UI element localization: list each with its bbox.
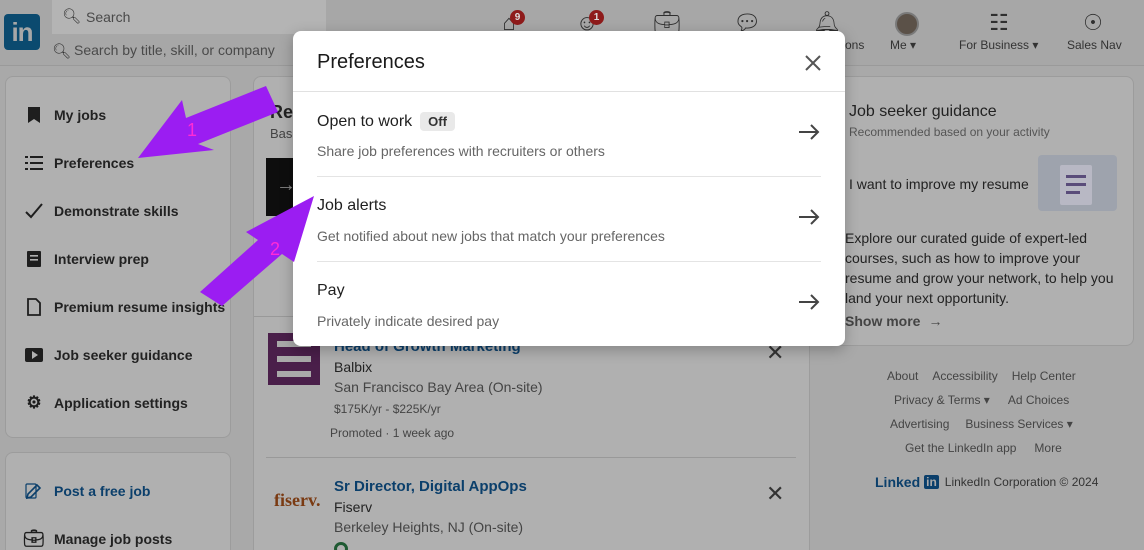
annotation-arrow-2 — [200, 196, 314, 306]
annotation-overlay — [138, 86, 314, 306]
annotation-number-2: 2 — [270, 239, 281, 259]
annotation-number-1: 1 — [187, 120, 198, 140]
annotation-arrow-1 — [138, 86, 278, 158]
